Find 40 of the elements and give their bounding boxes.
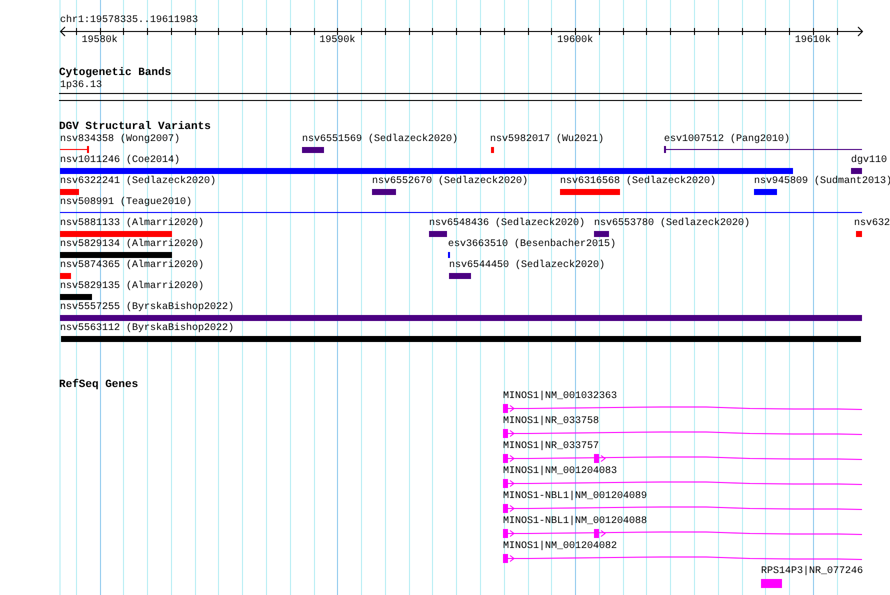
gene-label: MINOS1|NM_001204082 — [503, 541, 618, 553]
gene-block — [761, 579, 782, 588]
variant-label: nsv1011246 (Coe2014) — [60, 155, 180, 167]
tick-label: 19610k — [794, 35, 831, 47]
variant-label: nsv5829135 (Almarri2020) — [60, 281, 204, 293]
gene-label: MINOS1-NBL1|NM_001204088 — [503, 516, 648, 528]
band-label: 1p36.13 — [60, 80, 102, 92]
variant-label: nsv6548436 (Sedlazeck2020) — [429, 218, 586, 230]
variant-label: nsv945809 (Sudmant2013) — [754, 176, 890, 188]
track-title: DGV Structural Variants — [59, 120, 211, 134]
tick-label: 19600k — [557, 35, 594, 47]
gene-label: MINOS1|NR_033758 — [503, 416, 600, 428]
variant-label: nsv834358 (Wong2007) — [60, 134, 180, 146]
variant-label: nsv5563112 (ByrskaBishop2022) — [60, 323, 234, 335]
variant-label: nsv632 — [854, 218, 890, 230]
variant-label: nsv5557255 (ByrskaBishop2022) — [60, 302, 234, 314]
variant-label: nsv508991 (Teague2010) — [60, 197, 192, 209]
variant-label: nsv6551569 (Sedlazeck2020) — [302, 134, 458, 146]
gene-label: MINOS1|NM_001204083 — [503, 466, 618, 478]
gene-label: MINOS1|NR_033757 — [503, 441, 600, 453]
variant-label: nsv5874365 (Almarri2020) — [60, 260, 204, 272]
track-title: RefSeq Genes — [59, 378, 138, 392]
variant-label: nsv6553780 (Sedlazeck2020) — [594, 218, 750, 230]
variant-label: esv3663510 (Besenbacher2015) — [448, 239, 616, 251]
variant-label: nsv6552670 (Sedlazeck2020) — [372, 176, 528, 188]
track-title: Cytogenetic Bands — [59, 66, 172, 80]
variant-label: nsv6322241 (Sedlazeck2020) — [60, 176, 216, 188]
gene-label: MINOS1-NBL1|NM_001204089 — [503, 491, 648, 503]
variant-label: dgv110 — [851, 155, 888, 167]
variant-label: nsv6316568 (Sedlazeck2020) — [560, 176, 716, 188]
gene-label: RPS14P3|NR_077246 — [761, 566, 864, 578]
location-label: chr1:19578335..19611983 — [60, 15, 198, 27]
variant-label: nsv5829134 (Almarri2020) — [60, 239, 204, 251]
variant-label: esv1007512 (Pang2010) — [664, 134, 790, 146]
tick-label: 19580k — [82, 35, 118, 47]
variant-label: nsv5881133 (Almarri2020) — [60, 218, 204, 230]
gene-label: MINOS1|NM_001032363 — [503, 391, 618, 403]
tick-label: 19590k — [319, 35, 356, 47]
variant-label: nsv5982017 (Wu2021) — [490, 134, 604, 146]
variant-label: nsv6544450 (Sedlazeck2020) — [449, 260, 606, 272]
